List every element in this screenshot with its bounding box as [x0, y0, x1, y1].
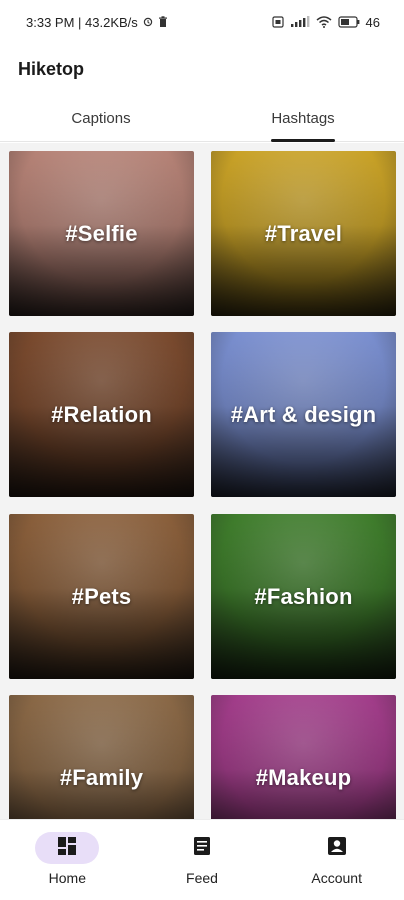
- wifi-icon: [316, 16, 332, 28]
- tab-hashtags-label: Hashtags: [271, 110, 335, 127]
- nav-label-feed: Feed: [186, 870, 218, 886]
- status-bar: 3:33 PM | 43.2KB/s 46: [0, 0, 404, 44]
- battery-level: 46: [365, 14, 380, 30]
- data-saver-icon: [143, 17, 153, 27]
- tab-hashtags[interactable]: Hashtags: [202, 96, 404, 141]
- category-card-family[interactable]: #Family: [9, 695, 194, 819]
- hashtag-category-grid: #Selfie #Travel #Relation #Art & design …: [0, 143, 404, 819]
- bottom-navigation: Home Feed Account: [0, 819, 404, 900]
- category-label: #Pets: [71, 583, 132, 609]
- nav-item-home[interactable]: Home: [0, 820, 135, 900]
- app-bar: Hiketop: [0, 44, 404, 94]
- category-card-travel[interactable]: #Travel: [211, 151, 396, 316]
- nav-label-home: Home: [48, 870, 87, 886]
- tab-captions-label: Captions: [71, 110, 131, 127]
- category-card-relation[interactable]: #Relation: [9, 332, 194, 497]
- category-label: #Fashion: [254, 583, 353, 609]
- sim-icon: [271, 16, 284, 28]
- card-shade: [9, 695, 194, 819]
- category-card-pets[interactable]: #Pets: [9, 514, 194, 679]
- status-right: 46: [271, 14, 380, 30]
- category-card-fashion[interactable]: #Fashion: [211, 514, 396, 679]
- category-card-makeup[interactable]: #Makeup: [211, 695, 396, 819]
- dashboard-icon: [57, 836, 77, 861]
- tab-bar: Captions Hashtags: [0, 96, 404, 142]
- category-label: #Travel: [264, 220, 343, 246]
- signal-icon: [290, 16, 310, 28]
- nav-indicator: [35, 832, 100, 864]
- nav-indicator: [170, 832, 234, 864]
- article-icon: [192, 836, 212, 861]
- nav-label-account: Account: [311, 870, 362, 886]
- card-shade: [211, 695, 396, 819]
- category-label: #Makeup: [255, 764, 352, 790]
- app-title: Hiketop: [18, 58, 85, 79]
- tab-captions[interactable]: Captions: [0, 96, 202, 141]
- nav-item-feed[interactable]: Feed: [135, 820, 270, 900]
- category-card-art-design[interactable]: #Art & design: [211, 332, 396, 497]
- category-label: #Art & design: [230, 401, 377, 427]
- category-label: #Family: [59, 764, 144, 790]
- nav-indicator: [305, 832, 369, 864]
- category-label: #Selfie: [65, 220, 138, 246]
- status-left: 3:33 PM | 43.2KB/s: [26, 15, 168, 30]
- category-label: #Relation: [51, 401, 152, 427]
- category-card-selfie[interactable]: #Selfie: [9, 151, 194, 316]
- nav-item-account[interactable]: Account: [269, 820, 404, 900]
- account-box-icon: [327, 836, 347, 861]
- status-time-speed: 3:33 PM | 43.2KB/s: [26, 14, 138, 30]
- battery-icon: [337, 16, 360, 28]
- trash-icon: [158, 16, 168, 28]
